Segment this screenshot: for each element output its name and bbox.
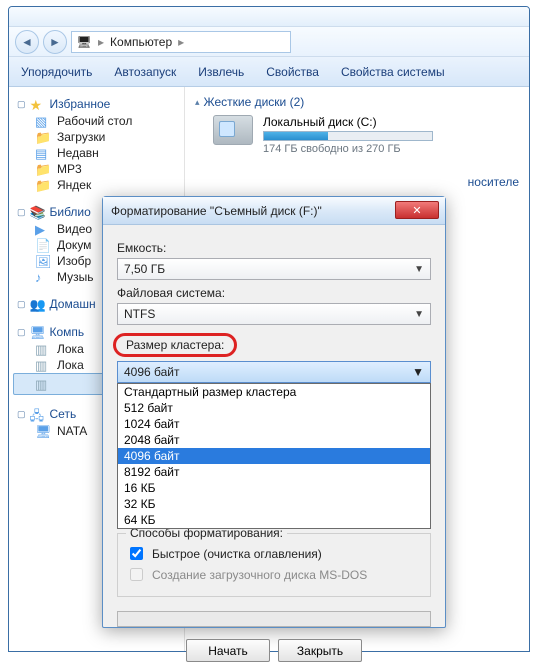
- filesystem-label: Файловая система:: [117, 286, 431, 300]
- toolbar-eject[interactable]: Извлечь: [198, 65, 244, 79]
- cluster-dropdown-list: Стандартный размер кластера512 байт1024 …: [117, 383, 431, 529]
- dialog-title-text: Форматирование "Съемный диск (F:)": [111, 204, 322, 218]
- cluster-select[interactable]: 4096 байт ▼ Стандартный размер кластера5…: [117, 361, 431, 383]
- document-icon: 📄: [35, 238, 51, 252]
- toolbar-properties[interactable]: Свойства: [266, 65, 319, 79]
- hdd-icon: [213, 115, 253, 145]
- network-icon: 🖧: [30, 407, 46, 421]
- dialog-button-row: Начать Закрыть: [117, 639, 431, 662]
- breadcrumb-chevron: ▸: [178, 35, 184, 49]
- format-options-group: Способы форматирования: Быстрое (очистка…: [117, 533, 431, 597]
- cluster-option[interactable]: 1024 байт: [118, 416, 430, 432]
- breadcrumb-root[interactable]: Компьютер: [110, 35, 172, 49]
- cluster-option[interactable]: 8192 байт: [118, 464, 430, 480]
- cluster-option[interactable]: 16 КБ: [118, 480, 430, 496]
- drive-local-c[interactable]: Локальный диск (C:) 174 ГБ свободно из 2…: [213, 115, 519, 155]
- cluster-label: Размер кластера:: [126, 338, 224, 352]
- msdos-boot-input: [130, 568, 143, 581]
- sidebar-item-recent[interactable]: ▤Недавн: [13, 145, 180, 161]
- cluster-option[interactable]: 2048 байт: [118, 432, 430, 448]
- filesystem-select[interactable]: NTFS ▼: [117, 303, 431, 325]
- star-icon: ★: [30, 97, 46, 111]
- explorer-toolbar: Упорядочить Автозапуск Извлечь Свойства …: [9, 57, 529, 87]
- drive-icon: ▥: [35, 358, 51, 372]
- drive-label: Локальный диск (C:): [263, 115, 433, 129]
- progress-bar: [117, 611, 431, 627]
- sidebar-favorites-head[interactable]: ▢★Избранное: [13, 95, 180, 113]
- video-icon: ▶: [35, 222, 51, 236]
- drive-icon: ▥: [35, 342, 51, 356]
- cluster-select-field[interactable]: 4096 байт ▼: [117, 361, 431, 383]
- start-button[interactable]: Начать: [186, 639, 270, 662]
- nav-forward-button[interactable]: ►: [43, 30, 67, 54]
- computer-icon: 🖥: [30, 325, 46, 339]
- folder-icon: 📁: [35, 178, 51, 192]
- recent-icon: ▤: [35, 146, 51, 160]
- format-dialog: Форматирование "Съемный диск (F:)" ✕ Емк…: [102, 196, 446, 628]
- removable-icon: ▥: [35, 377, 51, 391]
- cluster-option[interactable]: 512 байт: [118, 400, 430, 416]
- sidebar-item-downloads[interactable]: 📁Загрузки: [13, 129, 180, 145]
- toolbar-organize[interactable]: Упорядочить: [21, 65, 92, 79]
- explorer-addressbar: ◄ ► 🖥 ▸ Компьютер ▸: [9, 27, 529, 57]
- cluster-option[interactable]: 32 КБ: [118, 496, 430, 512]
- quick-format-input[interactable]: [130, 547, 143, 560]
- drive-free-text: 174 ГБ свободно из 270 ГБ: [263, 143, 433, 155]
- close-dialog-button[interactable]: Закрыть: [278, 639, 362, 662]
- group-removable-partial: носителе: [195, 175, 519, 189]
- chevron-down-icon: ▼: [414, 264, 424, 275]
- sidebar-item-desktop[interactable]: ▧Рабочий стол: [13, 113, 180, 129]
- sidebar-item-mp3[interactable]: 📁MP3: [13, 161, 180, 177]
- nav-back-button[interactable]: ◄: [15, 30, 39, 54]
- toolbar-sysprops[interactable]: Свойства системы: [341, 65, 445, 79]
- folder-icon: 📁: [35, 162, 51, 176]
- capacity-select[interactable]: 7,50 ГБ ▼: [117, 258, 431, 280]
- explorer-titlebar: [9, 7, 529, 27]
- cluster-label-highlight: Размер кластера:: [113, 333, 237, 357]
- cluster-option[interactable]: Стандартный размер кластера: [118, 384, 430, 400]
- close-button[interactable]: ✕: [395, 201, 439, 219]
- address-box[interactable]: 🖥 ▸ Компьютер ▸: [71, 31, 291, 53]
- quick-format-checkbox[interactable]: Быстрое (очистка оглавления): [126, 544, 422, 563]
- group-hdd[interactable]: ▴Жесткие диски (2): [195, 95, 519, 109]
- cluster-option[interactable]: 4096 байт: [118, 448, 430, 464]
- capacity-label: Емкость:: [117, 241, 431, 255]
- sidebar-item-yandex[interactable]: 📁Яндек: [13, 177, 180, 193]
- desktop-icon: ▧: [35, 114, 51, 128]
- dialog-titlebar[interactable]: Форматирование "Съемный диск (F:)" ✕: [103, 197, 445, 225]
- capacity-bar: [263, 131, 433, 141]
- homegroup-icon: 👥: [30, 297, 46, 311]
- chevron-down-icon: ▼: [414, 309, 424, 320]
- music-icon: ♪: [35, 270, 51, 284]
- chevron-down-icon: ▼: [412, 365, 424, 379]
- cluster-option[interactable]: 64 КБ: [118, 512, 430, 528]
- msdos-boot-checkbox: Создание загрузочного диска MS-DOS: [126, 565, 422, 584]
- breadcrumb-chevron: ▸: [98, 35, 104, 49]
- dialog-body: Емкость: 7,50 ГБ ▼ Файловая система: NTF…: [103, 225, 445, 670]
- image-icon: 🖼: [35, 254, 51, 268]
- pc-icon: 🖥: [35, 424, 51, 438]
- computer-icon: 🖥: [76, 34, 92, 50]
- folder-icon: 📁: [35, 130, 51, 144]
- library-icon: 📚: [30, 205, 46, 219]
- toolbar-autoplay[interactable]: Автозапуск: [114, 65, 176, 79]
